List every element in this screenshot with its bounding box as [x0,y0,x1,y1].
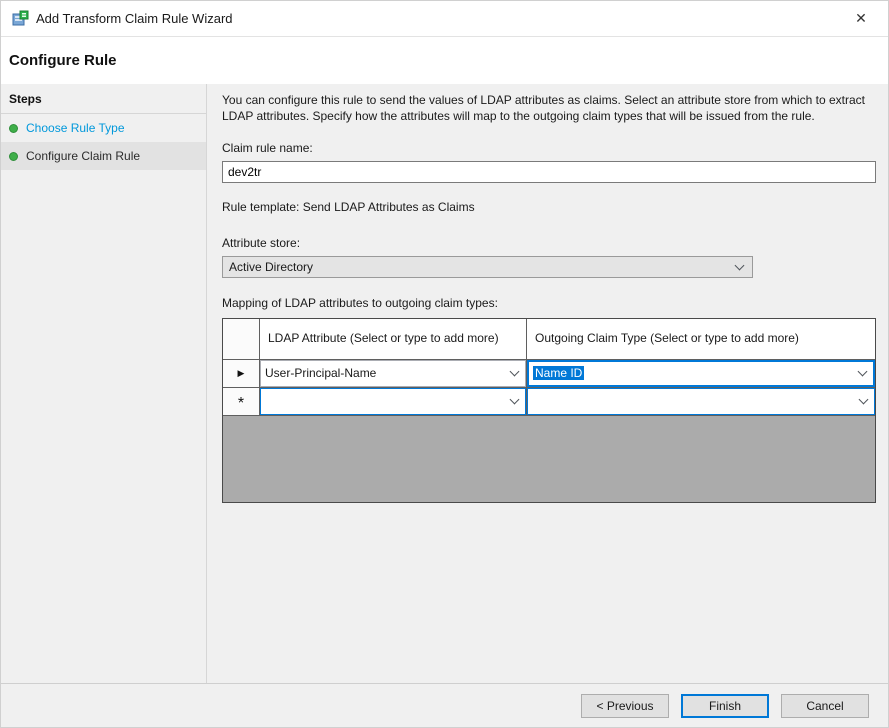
ldap-attribute-cell [260,388,526,415]
cancel-button[interactable]: Cancel [781,694,869,718]
step-configure-claim-rule[interactable]: Configure Claim Rule [1,142,206,170]
ldap-attribute-value: User-Principal-Name [265,366,505,380]
rule-template-text: Rule template: Send LDAP Attributes as C… [222,200,876,214]
main-panel: You can configure this rule to send the … [207,84,888,683]
outgoing-claim-type-select[interactable]: Name ID [527,360,875,387]
step-label: Configure Claim Rule [26,149,140,163]
outgoing-claim-type-cell: Name ID [527,360,875,387]
window-title: Add Transform Claim Rule Wizard [36,11,844,26]
claim-rule-wizard-icon [11,10,29,28]
page-title: Configure Rule [9,52,880,69]
attribute-store-value: Active Directory [229,260,730,274]
footer-bar: < Previous Finish Cancel [1,683,888,727]
steps-sidebar: Steps Choose Rule Type Configure Claim R… [1,84,207,683]
attribute-store-select[interactable]: Active Directory [222,256,753,278]
mapping-table: LDAP Attribute (Select or type to add mo… [222,318,876,503]
outgoing-claim-type-select-new[interactable] [527,388,875,415]
steps-header: Steps [1,84,206,114]
mapping-table-label: Mapping of LDAP attributes to outgoing c… [222,296,876,310]
ldap-attribute-cell: User-Principal-Name [260,360,526,387]
chevron-down-icon [735,260,745,270]
chevron-down-icon [859,395,869,405]
outgoing-claim-type-value: Name ID [533,366,584,380]
chevron-down-icon [858,367,868,377]
heading-area: Configure Rule [1,37,888,84]
claim-rule-name-input[interactable] [222,161,876,183]
wizard-window: Add Transform Claim Rule Wizard ✕ Config… [0,0,889,728]
step-complete-icon [9,124,18,133]
previous-button[interactable]: < Previous [581,694,669,718]
step-complete-icon [9,152,18,161]
current-row-marker-icon: ▶ [238,368,245,379]
step-choose-rule-type[interactable]: Choose Rule Type [1,114,206,142]
step-label: Choose Rule Type [26,121,125,135]
ldap-attribute-select-new[interactable] [260,388,526,415]
ldap-attribute-select[interactable]: User-Principal-Name [260,360,526,387]
chevron-down-icon [510,395,520,405]
chevron-down-icon [510,367,520,377]
title-bar: Add Transform Claim Rule Wizard ✕ [1,1,888,37]
claim-rule-name-label: Claim rule name: [222,141,876,155]
description-text: You can configure this rule to send the … [222,93,876,125]
new-row-marker-icon: * [238,393,244,409]
column-header-ldap-attribute: LDAP Attribute (Select or type to add mo… [260,319,526,359]
attribute-store-label: Attribute store: [222,236,876,250]
finish-button[interactable]: Finish [681,694,769,718]
row-selector-new[interactable]: * [223,388,259,415]
close-icon[interactable]: ✕ [844,4,878,34]
content-area: Steps Choose Rule Type Configure Claim R… [1,84,888,683]
grid-corner-cell [223,319,259,359]
grid-empty-area [223,416,875,502]
row-selector-current[interactable]: ▶ [223,360,259,387]
outgoing-claim-type-cell [527,388,875,415]
column-header-outgoing-claim-type: Outgoing Claim Type (Select or type to a… [527,319,875,359]
